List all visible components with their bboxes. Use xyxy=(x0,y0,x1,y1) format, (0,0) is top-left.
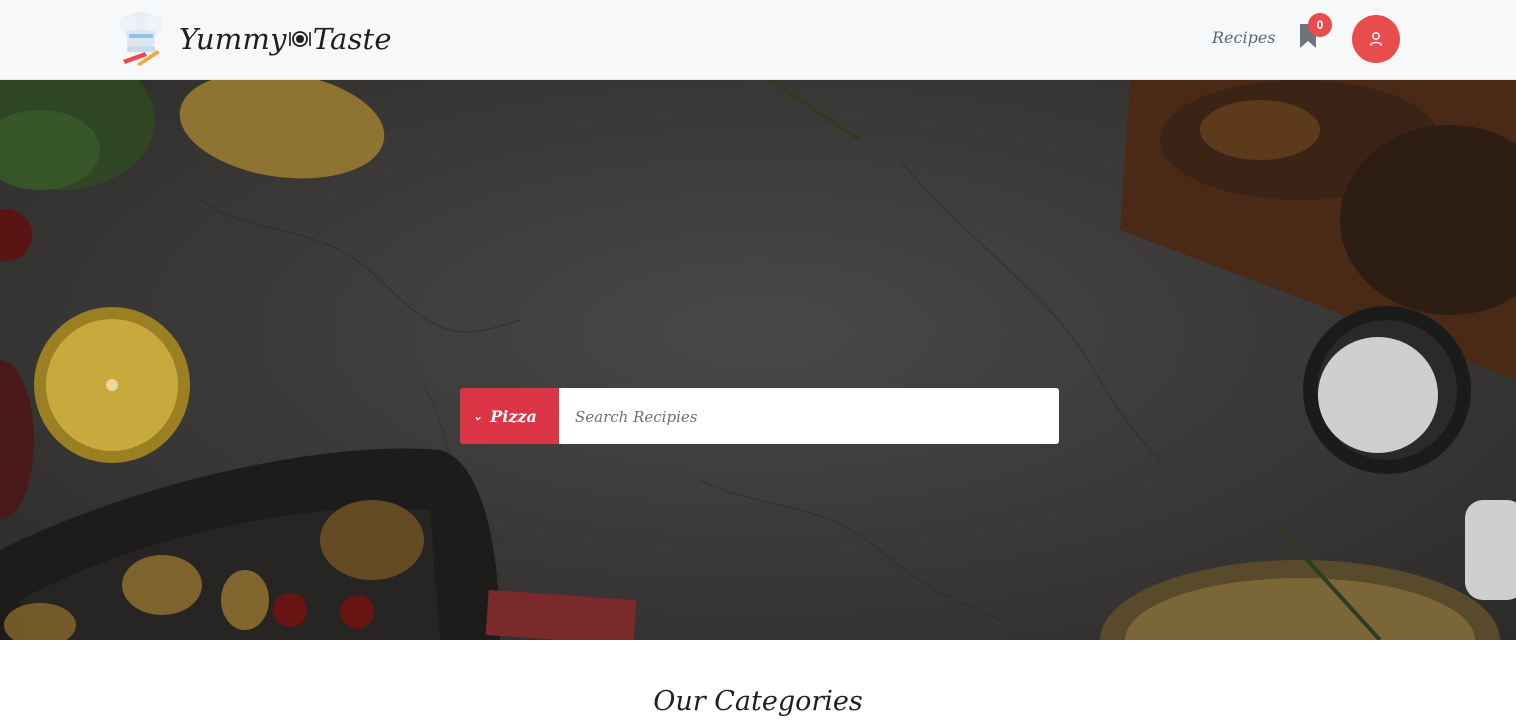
category-dropdown-label: Pizza xyxy=(490,406,537,426)
search-input[interactable] xyxy=(559,388,1059,444)
user-account-button[interactable] xyxy=(1352,15,1400,63)
category-dropdown-button[interactable]: ⌄ Pizza xyxy=(460,388,559,444)
brand-logo[interactable]: Yummy Taste xyxy=(115,8,392,70)
user-icon xyxy=(1369,32,1383,46)
navbar: Yummy Taste Recipes 0 xyxy=(0,0,1516,80)
recipe-search-bar: ⌄ Pizza xyxy=(460,388,1059,444)
nav-recipes-link[interactable]: Recipes xyxy=(1212,28,1276,47)
hero-banner: ⌄ Pizza xyxy=(0,80,1516,640)
brand-name: Yummy Taste xyxy=(179,22,392,56)
categories-section-title: Our Categories xyxy=(653,686,863,717)
bookmark-count-badge: 0 xyxy=(1308,13,1332,37)
chevron-down-icon: ⌄ xyxy=(473,409,483,423)
hero-food-background xyxy=(0,80,1516,640)
chef-hat-icon xyxy=(120,12,162,66)
brand-name-part1: Yummy xyxy=(179,22,287,56)
brand-name-part2: Taste xyxy=(312,22,392,56)
plate-cutlery-icon xyxy=(288,31,311,47)
